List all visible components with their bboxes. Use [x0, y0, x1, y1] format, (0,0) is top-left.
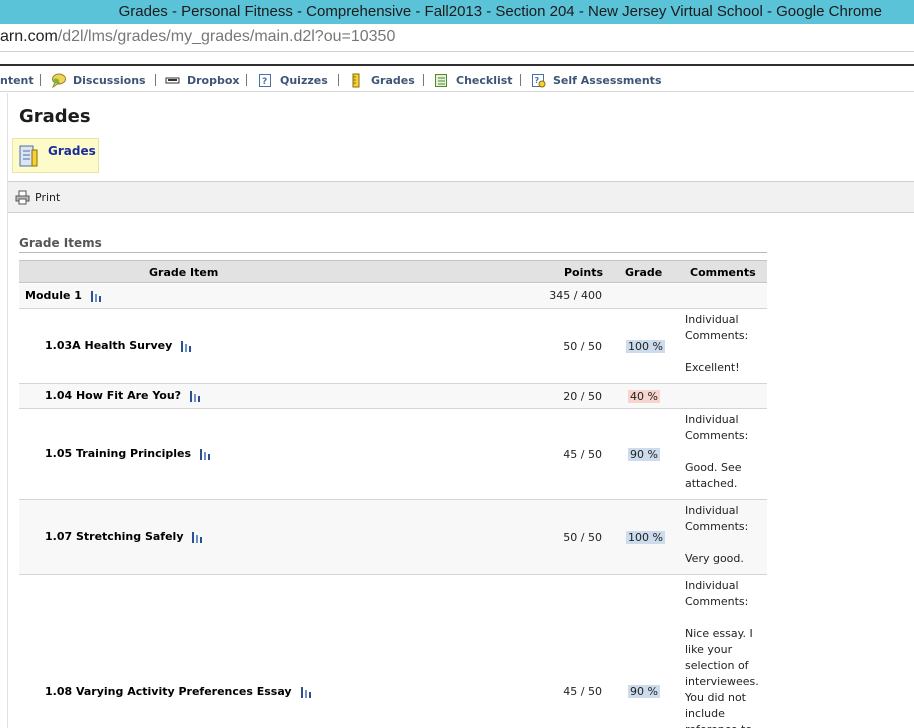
row-name: 1.05 Training Principles: [45, 447, 192, 460]
address-bar[interactable]: arn.com/d2l/lms/grades/my_grades/main.d2…: [0, 24, 914, 52]
browser-divider: [0, 52, 914, 66]
statistics-icon[interactable]: [200, 448, 212, 460]
row-grade: 100 %: [626, 340, 665, 353]
dropbox-icon: [165, 77, 180, 83]
grade-item-name: 1.04 How Fit Are You?: [45, 389, 202, 402]
nav-separator: [246, 74, 247, 86]
grade-item-name: 1.08 Varying Activity Preferences Essay: [45, 685, 313, 698]
nav-separator: [338, 74, 339, 86]
row-name: 1.07 Stretching Safely: [45, 530, 184, 543]
statistics-icon[interactable]: [90, 290, 103, 302]
nav-item-checklist[interactable]: Checklist: [434, 71, 513, 89]
page-title: Grades: [19, 106, 91, 127]
statistics-icon[interactable]: [190, 390, 202, 402]
nav-label-grades: Grades: [371, 73, 415, 87]
checklist-icon: [435, 73, 447, 87]
svg-text:?: ?: [262, 77, 267, 87]
grade-item-name: 1.05 Training Principles: [45, 447, 212, 460]
row-name: 1.04 How Fit Are You?: [45, 389, 182, 402]
grades-link[interactable]: Grades: [12, 138, 99, 173]
nav-separator: [155, 74, 156, 86]
table-header: Grade Item Points Grade Comments: [19, 260, 767, 283]
nav-item-grades[interactable]: Grades: [349, 71, 415, 89]
header-points: Points: [564, 266, 604, 279]
speech-bubble-icon: [52, 73, 66, 88]
table-row: 1.07 Stretching Safely 50 / 50 100 % Ind…: [19, 500, 767, 575]
row-points: 45 / 50: [563, 448, 602, 461]
nav-label-self-assessments: Self Assessments: [553, 73, 662, 87]
nav-item-self-assessments[interactable]: ? Self Assessments: [531, 71, 662, 89]
row-comment: Individual Comments: Nice essay. I like …: [685, 579, 759, 728]
grades-link-label: Grades: [48, 144, 96, 158]
statistics-icon[interactable]: [181, 340, 193, 352]
table-row: 1.08 Varying Activity Preferences Essay …: [19, 575, 767, 728]
row-points: 50 / 50: [563, 340, 602, 353]
row-name: 1.08 Varying Activity Preferences Essay: [45, 685, 292, 698]
row-grade: 40 %: [628, 390, 660, 403]
ruler-icon: [352, 73, 360, 87]
printer-icon: [15, 190, 30, 205]
window-title-bar: Grades - Personal Fitness - Comprehensiv…: [0, 0, 914, 24]
print-button[interactable]: Print: [15, 190, 60, 205]
url-path: /d2l/lms/grades/my_grades/main.d2l?ou=10…: [57, 28, 396, 45]
statistics-icon[interactable]: [300, 686, 313, 698]
self-assessment-icon: ?: [532, 73, 546, 87]
table-row: Module 1 345 / 400: [19, 284, 767, 309]
header-grade: Grade: [625, 266, 663, 279]
url-host: arn.com: [0, 28, 58, 45]
category-name: Module 1: [25, 289, 103, 302]
section-title: Grade Items: [19, 236, 102, 250]
window-title: Grades - Personal Fitness - Comprehensiv…: [118, 3, 882, 20]
quiz-icon: ?: [259, 73, 271, 87]
table-row: 1.03A Health Survey 50 / 50 100 % Indivi…: [19, 309, 767, 384]
nav-item-content[interactable]: ntent: [0, 71, 34, 89]
row-name: Module 1: [25, 289, 82, 302]
row-comment: Individual Comments: Good. See attached.: [685, 413, 749, 490]
toolbar: Print: [8, 181, 914, 213]
nav-separator: [423, 74, 424, 86]
nav-item-quizzes[interactable]: ? Quizzes: [258, 71, 328, 89]
grade-item-name: 1.07 Stretching Safely: [45, 530, 204, 543]
nav-label-content: ntent: [0, 73, 34, 87]
nav-label-quizzes: Quizzes: [280, 73, 328, 87]
nav-separator: [520, 74, 521, 86]
row-grade: 100 %: [626, 531, 665, 544]
row-points: 45 / 50: [563, 685, 602, 698]
course-navbar: ntent Discussions Dropbox ? Quizzes Grad…: [0, 68, 914, 92]
table-row: 1.05 Training Principles 45 / 50 90 % In…: [19, 409, 767, 500]
header-grade-item: Grade Item: [149, 266, 219, 279]
row-points: 20 / 50: [563, 390, 602, 403]
row-comment: Individual Comments: Very good.: [685, 504, 749, 565]
nav-label-checklist: Checklist: [456, 73, 513, 87]
row-grade: 90 %: [628, 448, 660, 461]
row-comment: Individual Comments: Excellent!: [685, 313, 749, 374]
nav-item-discussions[interactable]: Discussions: [51, 71, 146, 89]
section-divider: [19, 252, 767, 253]
row-grade: 90 %: [628, 685, 660, 698]
statistics-icon[interactable]: [192, 531, 204, 543]
table-row: 1.04 How Fit Are You? 20 / 50 40 %: [19, 384, 767, 409]
nav-item-dropbox[interactable]: Dropbox: [165, 71, 240, 89]
nav-separator: [40, 74, 41, 86]
grade-item-name: 1.03A Health Survey: [45, 339, 193, 352]
print-label: Print: [35, 191, 61, 204]
row-points: 345 / 400: [549, 289, 602, 302]
header-comments: Comments: [690, 266, 756, 279]
row-name: 1.03A Health Survey: [45, 339, 173, 352]
grades-book-icon: [19, 145, 38, 167]
nav-label-discussions: Discussions: [73, 73, 146, 87]
row-points: 50 / 50: [563, 531, 602, 544]
nav-label-dropbox: Dropbox: [187, 73, 240, 87]
